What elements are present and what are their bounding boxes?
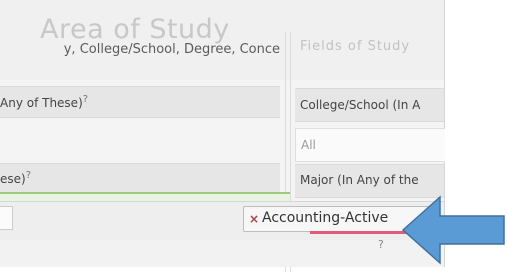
college-school-select[interactable]: All xyxy=(295,128,445,162)
college-school-label: College/School (In A xyxy=(300,98,421,112)
right-header-text: Fields of Study xyxy=(300,39,411,54)
left-arrow-icon xyxy=(401,195,505,265)
selected-major-text: Accounting-Active xyxy=(262,210,389,226)
remove-tag-icon[interactable]: × xyxy=(249,212,259,226)
help-icon[interactable]: ? xyxy=(378,238,384,251)
area-of-study-heading: Area of Study xyxy=(40,14,230,45)
area-of-study-subtitle: y, College/School, Degree, Conce xyxy=(63,42,280,57)
left-input-box[interactable] xyxy=(0,206,13,230)
field-label-any-of-these: Any of These)? xyxy=(0,94,89,110)
help-icon[interactable]: ? xyxy=(83,94,88,105)
college-school-value: All xyxy=(301,138,316,152)
help-icon[interactable]: ? xyxy=(26,170,31,181)
major-label: Major (In Any of the xyxy=(300,173,419,187)
panel-header: Area of Study y, College/School, Degree,… xyxy=(0,0,444,80)
arrow-shape xyxy=(401,195,505,265)
field-label-ese: ese)? xyxy=(0,170,32,186)
